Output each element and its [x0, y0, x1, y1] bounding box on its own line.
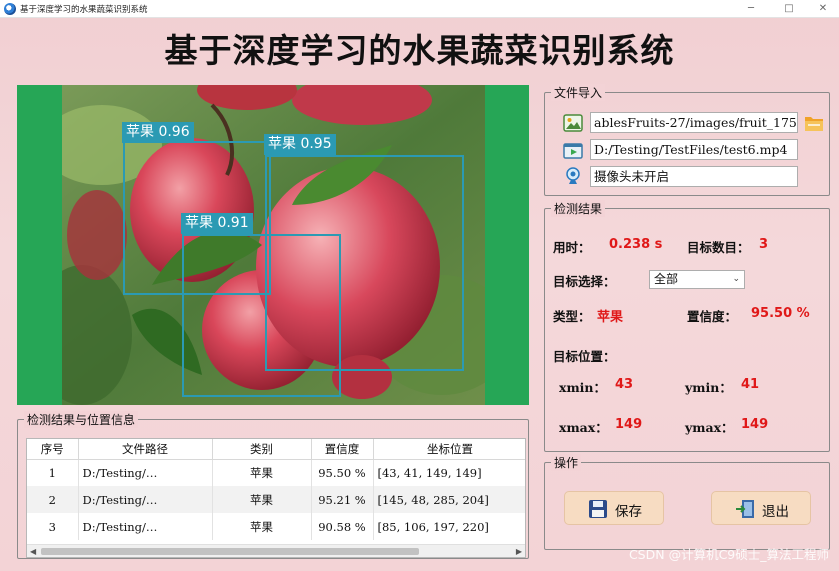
cell-confidence: 95.50 %: [311, 459, 374, 486]
ymax-value: 149: [741, 417, 769, 432]
ymin-label: ymin：: [685, 380, 732, 395]
cell-file-path: D:/Testing/…: [78, 486, 213, 513]
confidence-value: 95.50 %: [751, 306, 810, 321]
cell-class: 苹果: [212, 459, 312, 486]
cell-file-path: D:/Testing/…: [78, 459, 213, 486]
scroll-left-icon[interactable]: ◀: [30, 545, 36, 557]
horizontal-scrollbar[interactable]: ◀ ▶: [27, 544, 525, 557]
cell-confidence: 90.58 %: [311, 513, 374, 540]
operations-title: 操作: [551, 454, 582, 471]
folder-icon[interactable]: [803, 112, 825, 134]
count-label: 目标数目：: [687, 240, 750, 255]
results-table-group: 检测结果与位置信息 序号 文件路径 类别 置信度 坐标位置 1 D:/Testi…: [17, 411, 529, 559]
camera-status-field[interactable]: 摄像头未开启: [590, 166, 798, 187]
save-icon: [589, 500, 607, 518]
xmax-value: 149: [615, 417, 643, 432]
ymax-label: ymax：: [685, 420, 734, 435]
target-select[interactable]: 全部 ⌄: [649, 270, 745, 289]
file-import-title: 文件导入: [551, 84, 606, 101]
detection-results-title: 检测结果: [551, 200, 606, 217]
time-value: 0.238 s: [609, 237, 663, 252]
cell-index: 1: [27, 459, 79, 486]
xmin-value: 43: [615, 377, 634, 392]
time-label: 用时：: [553, 240, 591, 255]
operations-group: 操作 保存 退出: [544, 454, 830, 550]
exit-button-label: 退出: [762, 504, 789, 520]
close-button[interactable]: ✕: [807, 0, 839, 18]
camera-icon[interactable]: [563, 166, 583, 186]
detection-results-group: 检测结果 用时： 0.238 s 目标数目： 3 目标选择： 全部 ⌄ 类型： …: [544, 200, 830, 452]
window-title: 基于深度学习的水果蔬菜识别系统: [20, 5, 148, 15]
header-index[interactable]: 序号: [27, 439, 79, 460]
image-icon[interactable]: [563, 113, 583, 133]
maximize-button[interactable]: □: [773, 0, 805, 18]
xmax-label: xmax：: [559, 420, 608, 435]
type-label: 类型：: [553, 309, 591, 324]
type-value: 苹果: [597, 310, 624, 325]
file-import-group: 文件导入 ablesFruits-27/images/fruit_1757.jp…: [544, 84, 830, 196]
count-value: 3: [759, 237, 769, 252]
cell-index: 3: [27, 513, 79, 540]
target-select-value: 全部: [654, 272, 679, 286]
header-coordinates[interactable]: 坐标位置: [373, 439, 525, 460]
header-file-path[interactable]: 文件路径: [78, 439, 213, 460]
chevron-down-icon: ⌄: [732, 274, 740, 284]
exit-button[interactable]: 退出: [711, 491, 811, 525]
results-table-title: 检测结果与位置信息: [24, 411, 139, 428]
cell-confidence: 95.21 %: [311, 486, 374, 513]
image-path-field[interactable]: ablesFruits-27/images/fruit_1757.jpg: [590, 112, 798, 133]
cell-file-path: D:/Testing/…: [78, 513, 213, 540]
scroll-right-icon[interactable]: ▶: [516, 545, 522, 557]
ymin-value: 41: [741, 377, 760, 392]
detection-label-3: 苹果 0.91: [181, 213, 253, 234]
detection-box-3: [182, 234, 341, 397]
cell-coordinates: [145, 48, 285, 204]: [373, 486, 525, 513]
table-row[interactable]: 1 D:/Testing/… 苹果 95.50 % [43, 41, 149, …: [27, 459, 525, 486]
confidence-label: 置信度：: [687, 309, 738, 324]
cell-index: 2: [27, 486, 79, 513]
save-button-label: 保存: [615, 504, 642, 520]
header-class[interactable]: 类别: [212, 439, 312, 460]
cell-class: 苹果: [212, 513, 312, 540]
results-table[interactable]: 序号 文件路径 类别 置信度 坐标位置 1 D:/Testing/… 苹果 95…: [26, 438, 526, 558]
cell-coordinates: [85, 106, 197, 220]: [373, 513, 525, 540]
exit-icon: [736, 500, 754, 518]
table-row[interactable]: 3 D:/Testing/… 苹果 90.58 % [85, 106, 197,…: [27, 513, 525, 540]
minimize-button[interactable]: ─: [735, 0, 767, 18]
watermark: CSDN @计算机C9硕士_算法工程师: [628, 547, 829, 562]
video-path-field[interactable]: D:/Testing/TestFiles/test6.mp4: [590, 139, 798, 160]
page-title: 基于深度学习的水果蔬菜识别系统: [164, 31, 675, 70]
cell-class: 苹果: [212, 486, 312, 513]
app-icon: [4, 3, 16, 15]
table-row[interactable]: 2 D:/Testing/… 苹果 95.21 % [145, 48, 285,…: [27, 486, 525, 513]
header-confidence[interactable]: 置信度: [311, 439, 374, 460]
detection-label-2: 苹果 0.95: [264, 134, 336, 155]
image-display: 苹果 0.96 苹果 0.95 苹果 0.91: [17, 85, 529, 405]
window-titlebar: 基于深度学习的水果蔬菜识别系统 ─ □ ✕: [0, 0, 839, 18]
table-header-row: 序号 文件路径 类别 置信度 坐标位置: [27, 439, 525, 460]
xmin-label: xmin：: [559, 380, 607, 395]
save-button[interactable]: 保存: [564, 491, 664, 525]
cell-coordinates: [43, 41, 149, 149]: [373, 459, 525, 486]
target-position-label: 目标位置：: [553, 349, 616, 364]
target-select-label: 目标选择：: [553, 274, 616, 289]
scrollbar-thumb[interactable]: [41, 548, 419, 555]
detection-label-1: 苹果 0.96: [122, 122, 194, 143]
video-icon[interactable]: [563, 140, 583, 160]
